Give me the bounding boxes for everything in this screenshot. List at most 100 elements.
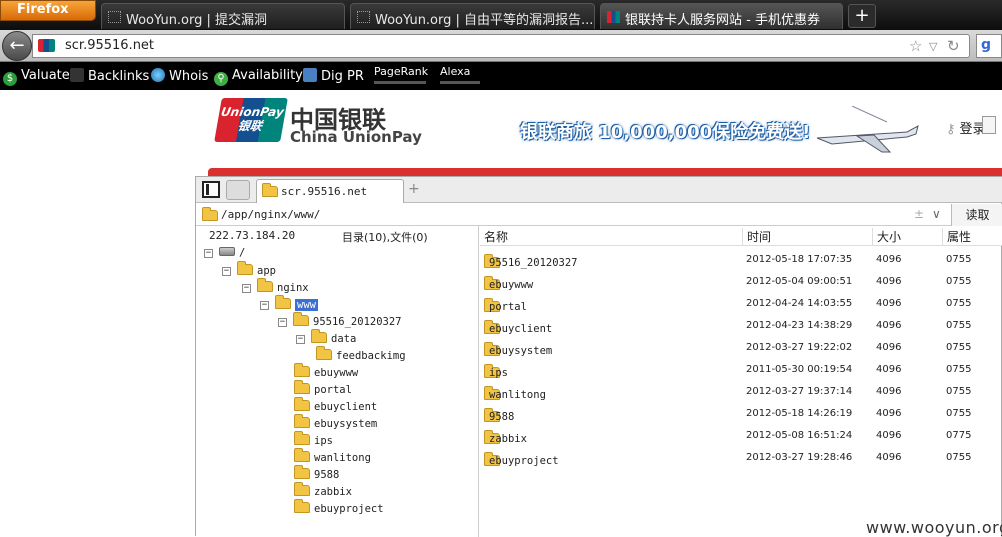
tree-node[interactable]: zabbix (294, 482, 352, 501)
collapse-toggle-icon[interactable]: − (260, 301, 269, 310)
row-name-label: 9588 (489, 411, 515, 423)
row-size: 4096 (876, 320, 902, 331)
file-manager-tab[interactable]: scr.95516.net (256, 179, 404, 203)
column-size[interactable]: 大小 (872, 228, 942, 246)
folder-icon (311, 329, 327, 343)
dig-pr-button[interactable]: Dig PR (303, 68, 364, 84)
folder-icon (294, 363, 310, 377)
site-identity-icon[interactable] (38, 39, 55, 52)
table-row[interactable]: ebuyproject 2012-03-27 19:28:46 4096 0755 (480, 448, 1002, 470)
address-bar[interactable]: scr.95516.net ☆ ▽ ↻ (32, 34, 970, 58)
tree-node-label: www (295, 299, 318, 311)
row-time: 2012-03-27 19:37:14 (746, 386, 853, 397)
panel-toggle-icon[interactable] (202, 181, 220, 198)
tree-node[interactable]: − www (260, 295, 318, 314)
row-attr: 0755 (946, 386, 972, 397)
table-row[interactable]: ips 2011-05-30 00:19:54 4096 0755 (480, 360, 1002, 382)
pagerank-label: PageRank (374, 65, 429, 78)
tree-node[interactable]: portal (294, 380, 352, 399)
tree-node[interactable]: ebuyproject (294, 499, 384, 518)
row-name-label: ebuywww (489, 279, 534, 291)
blank-tab-icon[interactable] (226, 180, 250, 200)
add-tab-button[interactable]: + (408, 181, 420, 197)
backlinks-button[interactable]: Backlinks (70, 68, 149, 84)
row-size: 4096 (876, 254, 902, 265)
browser-tab-wooyun-home[interactable]: WooYun.org | 自由平等的漏洞报告... (350, 3, 595, 29)
new-tab-button[interactable]: + (848, 4, 876, 28)
row-name-label: wanlitong (489, 389, 546, 401)
browser-tab-wooyun-submit[interactable]: WooYun.org | 提交漏洞 (101, 3, 345, 29)
back-arrow-icon[interactable]: ← (2, 31, 32, 61)
table-row[interactable]: ebuywww 2012-05-04 09:00:51 4096 0755 (480, 272, 1002, 294)
tree-node[interactable]: − app (222, 261, 276, 280)
row-size: 4096 (876, 276, 902, 287)
tree-node-label: app (257, 265, 276, 277)
unionpay-logo[interactable]: UnionPay 银联 (214, 98, 288, 142)
item-counts: 目录(10),文件(0) (342, 231, 428, 244)
history-dropdown-icon[interactable]: ▽ (929, 40, 937, 53)
reload-icon[interactable]: ↻ (947, 37, 960, 55)
column-name[interactable]: 名称 (480, 228, 508, 246)
login-link[interactable]: ⚷ 登录 (946, 118, 986, 137)
collapse-toggle-icon[interactable]: − (278, 318, 287, 327)
folder-icon (237, 261, 253, 275)
table-row[interactable]: ebuysystem 2012-03-27 19:22:02 4096 0755 (480, 338, 1002, 360)
browser-tab-unionpay[interactable]: 银联持卡人服务网站 - 手机优惠券 (600, 3, 843, 29)
globe-icon (151, 68, 165, 82)
collapse-toggle-icon[interactable]: − (296, 335, 305, 344)
path-plusminus-button[interactable]: ± (914, 207, 924, 221)
row-attr: 0755 (946, 342, 972, 353)
tree-node[interactable]: − data (296, 329, 356, 348)
table-row[interactable]: portal 2012-04-24 14:03:55 4096 0755 (480, 294, 1002, 316)
logo-text-en: UnionPay (219, 105, 286, 119)
tree-node[interactable]: ebuyclient (294, 397, 377, 416)
alexa-label: Alexa (440, 65, 471, 78)
promo-banner-text[interactable]: 银联商旅 10,000,000保险免费送! (520, 118, 810, 144)
tab-title: WooYun.org | 自由平等的漏洞报告... (375, 13, 594, 28)
valuate-label: Valuate (21, 68, 70, 83)
row-size: 4096 (876, 430, 902, 441)
navigation-bar: ← scr.95516.net ☆ ▽ ↻ g (0, 30, 1002, 62)
row-name-label: ebuyproject (489, 455, 559, 467)
folder-icon (294, 499, 310, 513)
column-attr[interactable]: 属性 (942, 228, 1002, 246)
row-attr: 0755 (946, 276, 972, 287)
directory-tree-panel: 222.73.184.20 目录(10),文件(0) − / − app − nginx −… (196, 226, 479, 537)
tree-node[interactable]: feedbackimg (316, 346, 406, 365)
tree-node[interactable]: − 95516_20120327 (278, 312, 402, 331)
folder-icon (294, 414, 310, 428)
file-manager-tab-strip: scr.95516.net + (196, 177, 1002, 203)
column-time[interactable]: 时间 (742, 228, 872, 246)
whois-button[interactable]: Whois (151, 68, 208, 84)
path-input[interactable]: /app/nginx/www/ (221, 208, 320, 221)
read-button[interactable]: 读取 (951, 204, 1002, 226)
table-row[interactable]: zabbix 2012-05-08 16:51:24 4096 0775 (480, 426, 1002, 448)
path-dropdown-icon[interactable]: ∨ (932, 207, 941, 221)
row-name-label: portal (489, 301, 527, 313)
backlinks-label: Backlinks (88, 69, 150, 84)
tree-node[interactable]: wanlitong (294, 448, 371, 467)
tree-node-label: ebuyproject (314, 503, 384, 515)
table-row[interactable]: 95516_20120327 2012-05-18 17:07:35 4096 075… (480, 250, 1002, 272)
folder-icon (293, 312, 309, 326)
folder-icon (294, 380, 310, 394)
document-icon[interactable] (982, 116, 996, 134)
collapse-toggle-icon[interactable]: − (204, 249, 213, 258)
collapse-toggle-icon[interactable]: − (242, 284, 251, 293)
valuate-button[interactable]: $ Valuate (3, 68, 70, 86)
row-attr: 0755 (946, 254, 972, 265)
table-row[interactable]: ebuyclient 2012-04-23 14:38:29 4096 0755 (480, 316, 1002, 338)
tree-node[interactable]: ebuywww (294, 363, 358, 382)
table-row[interactable]: wanlitong 2012-03-27 19:37:14 4096 0755 (480, 382, 1002, 404)
network-icon (303, 68, 317, 82)
bookmark-star-icon[interactable]: ☆ (909, 37, 922, 55)
collapse-toggle-icon[interactable]: − (222, 267, 231, 276)
table-row[interactable]: 9588 2012-05-18 14:26:19 4096 0755 (480, 404, 1002, 426)
tree-node[interactable]: ebuysystem (294, 414, 377, 433)
availability-button[interactable]: ⚲ Availability (214, 68, 303, 86)
drive-icon (219, 247, 235, 256)
firefox-menu-button[interactable]: Firefox (0, 0, 96, 21)
google-search-icon[interactable]: g (976, 34, 1002, 58)
folder-icon (275, 295, 291, 309)
logo-text-cn: 银联 (236, 119, 264, 133)
